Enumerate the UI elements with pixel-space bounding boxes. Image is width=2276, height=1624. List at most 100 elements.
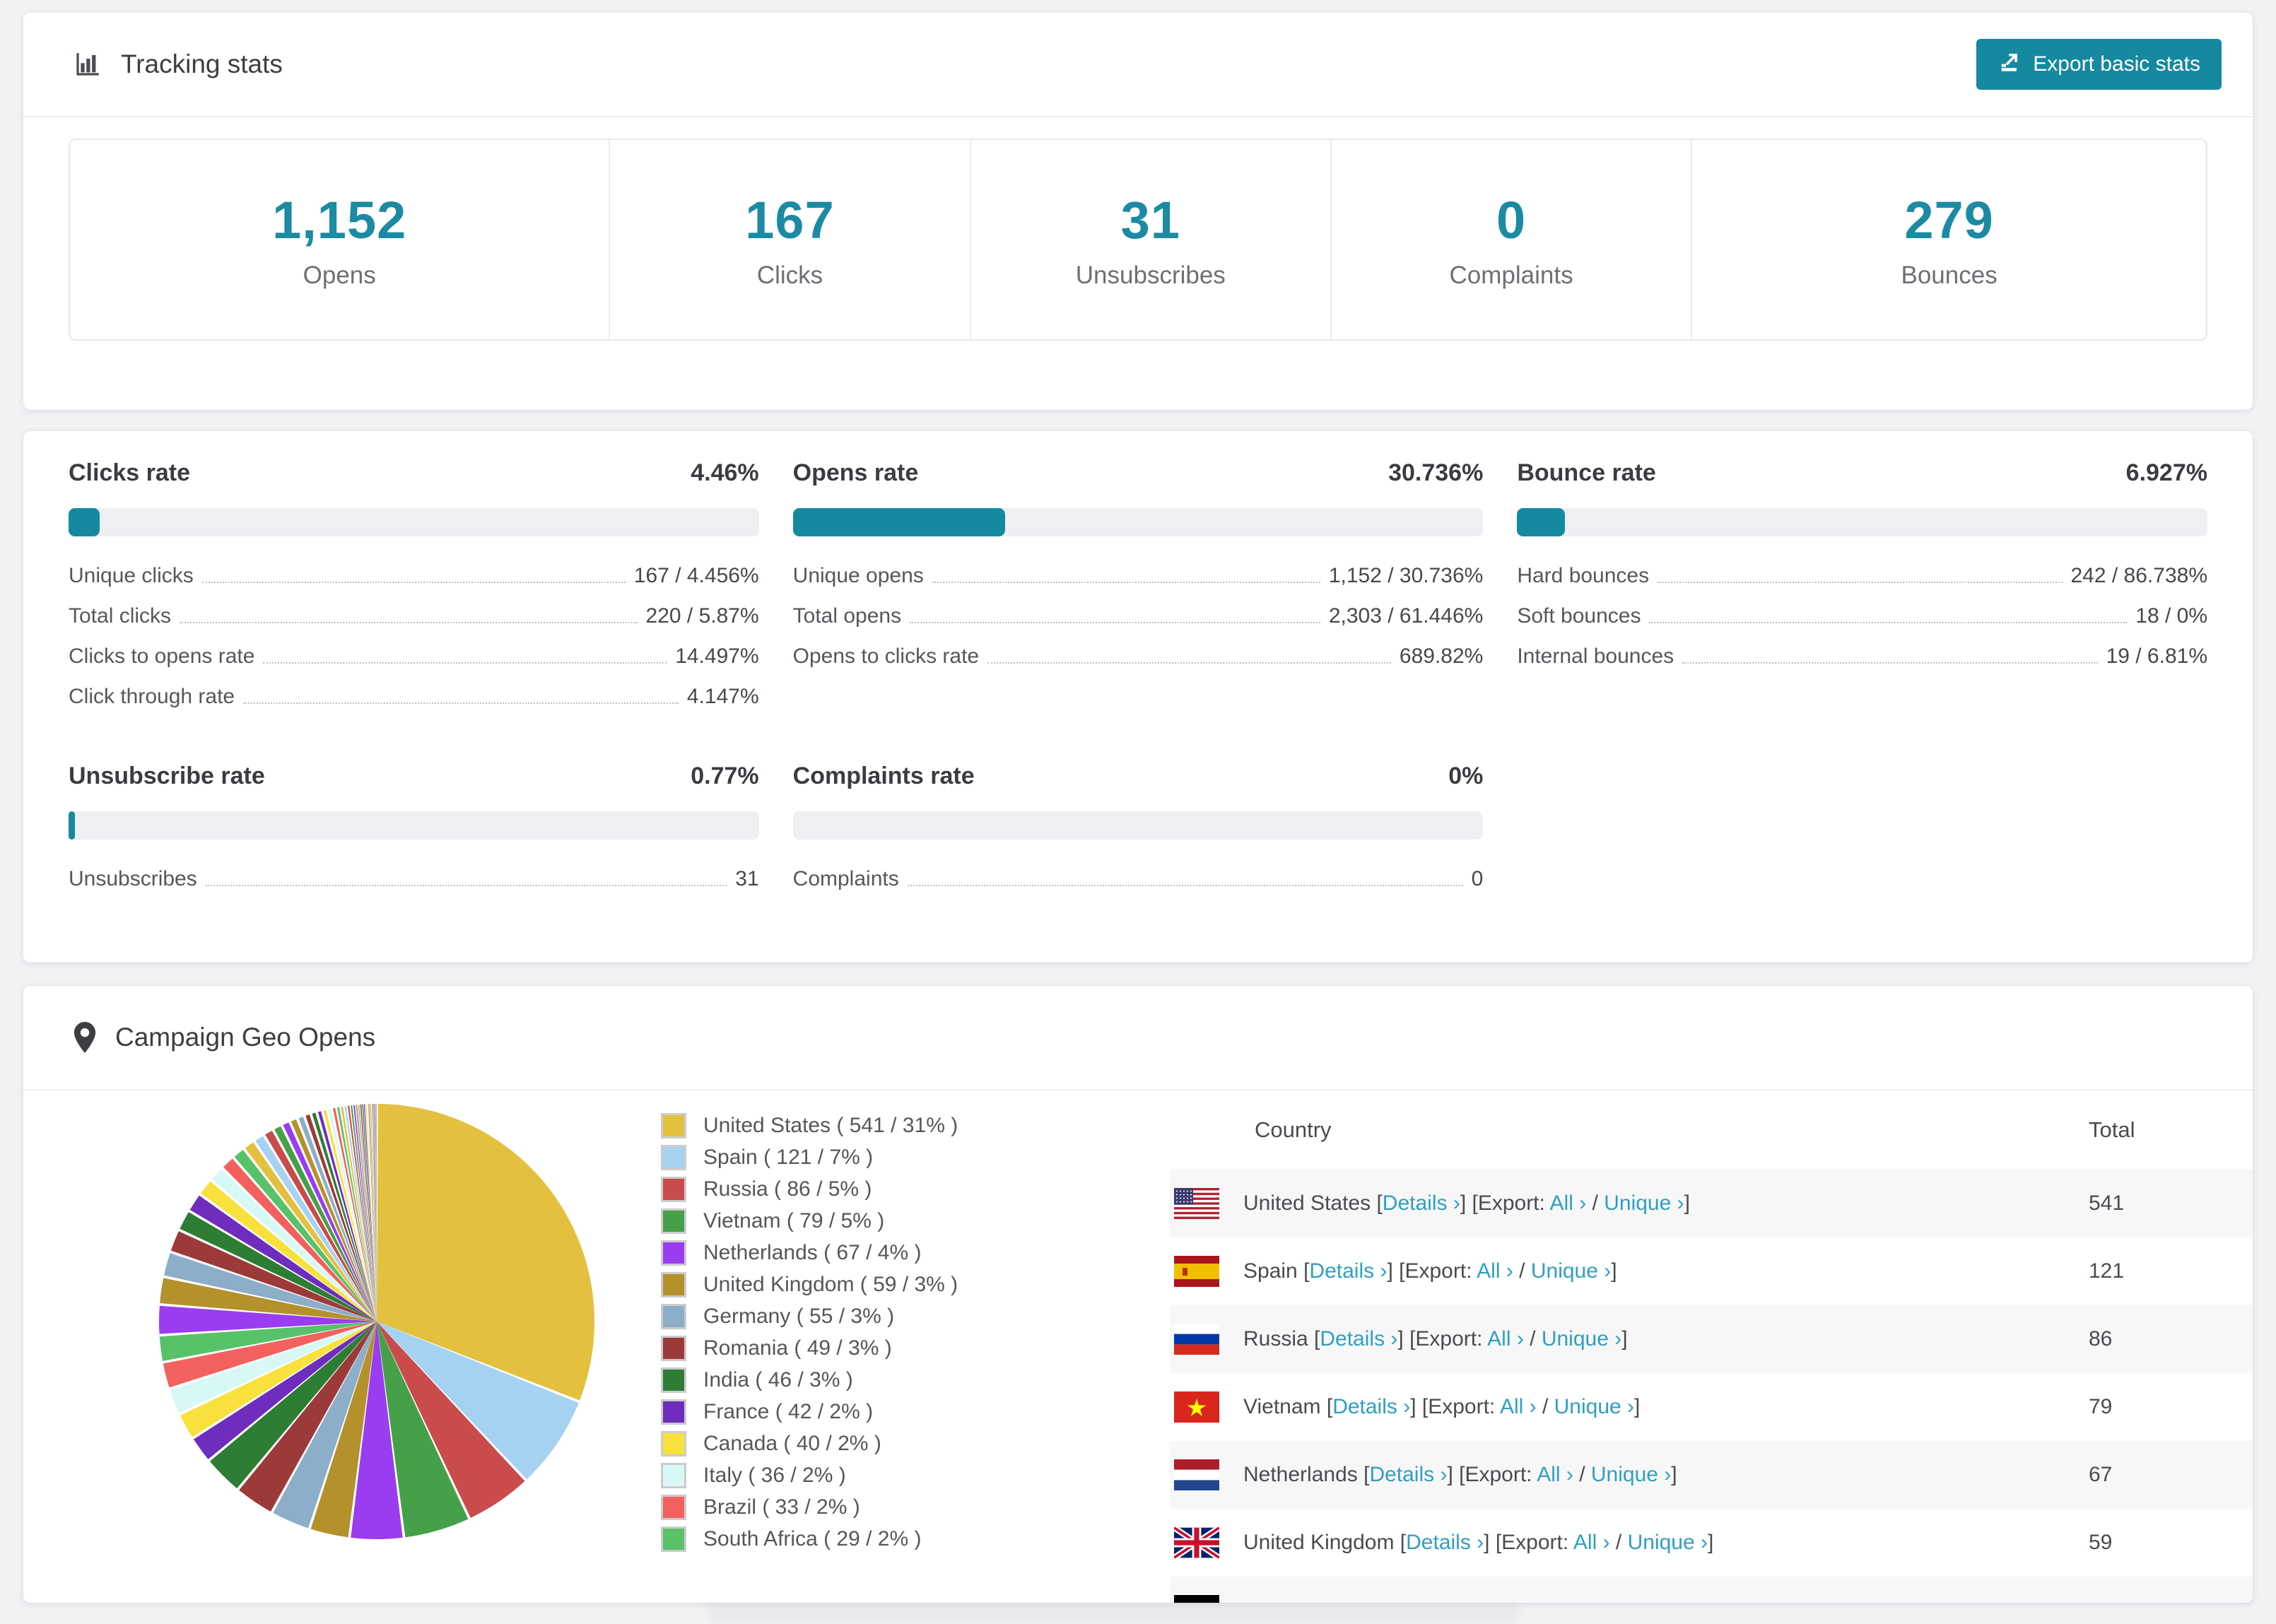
country-cell: Russia [Details ›] [Export: All › / Uniq… bbox=[1170, 1324, 2089, 1355]
country-name: Russia [ bbox=[1243, 1327, 1320, 1351]
geo-section-title: Campaign Geo Opens bbox=[115, 1023, 376, 1052]
geo-opens-pie-chart bbox=[159, 1104, 594, 1539]
country-name: Spain [ bbox=[1243, 1259, 1310, 1283]
legend-swatch-romania bbox=[661, 1336, 686, 1361]
bracket-close-text: ] bbox=[1611, 1259, 1617, 1283]
rate-detail-label: Total opens bbox=[792, 604, 902, 628]
legend-swatch-south-africa bbox=[661, 1526, 686, 1552]
export-prefix-text: ] [Export: bbox=[1460, 1191, 1550, 1215]
legend-item-vietnam: Vietnam ( 79 / 5% ) bbox=[661, 1208, 958, 1234]
legend-swatch-india bbox=[661, 1367, 686, 1393]
export-all-link[interactable]: All › bbox=[1573, 1531, 1610, 1554]
details-link[interactable]: Details › bbox=[1406, 1531, 1484, 1554]
export-prefix-text: ] [Export: bbox=[1397, 1327, 1488, 1351]
dotted-leader bbox=[263, 662, 667, 664]
rate-detail-label: Hard bounces bbox=[1517, 564, 1650, 587]
dotted-leader bbox=[243, 702, 679, 704]
country-flag-nl bbox=[1174, 1459, 1219, 1490]
stat-value-opens: 1,152 bbox=[272, 190, 407, 249]
stat-cell-opens: 1,152 Opens bbox=[70, 140, 609, 339]
legend-item-netherlands: Netherlands ( 67 / 4% ) bbox=[661, 1240, 958, 1266]
export-unique-link[interactable]: Unique › bbox=[1591, 1463, 1671, 1486]
link-separator: / bbox=[1513, 1259, 1531, 1283]
export-unique-link[interactable]: Unique › bbox=[1542, 1327, 1621, 1351]
country-cell: United Kingdom [Details ›] [Export: All … bbox=[1170, 1527, 2089, 1558]
export-all-link[interactable]: All › bbox=[1550, 1191, 1587, 1215]
bar-chart-icon bbox=[73, 49, 102, 79]
export-prefix-text: ] [Export: bbox=[1387, 1259, 1477, 1283]
rate-detail-label: Unique opens bbox=[792, 564, 924, 587]
details-link[interactable]: Details › bbox=[1309, 1259, 1387, 1283]
country-cell bbox=[1170, 1595, 2089, 1603]
export-unique-link[interactable]: Unique › bbox=[1628, 1531, 1708, 1554]
country-links-text: United States [Details ›] [Export: All ›… bbox=[1243, 1191, 1690, 1216]
country-flag-de bbox=[1174, 1595, 1219, 1603]
rate-header-complaints-rate: Complaints rate 0% bbox=[793, 754, 1484, 811]
rate-value: 0% bbox=[1448, 763, 1484, 789]
rate-detail-value: 689.82% bbox=[1399, 645, 1484, 668]
rate-header-opens-rate: Opens rate 30.736% bbox=[793, 451, 1484, 508]
stat-label-clicks: Clicks bbox=[756, 261, 823, 289]
country-cell: Vietnam [Details ›] [Export: All › / Uni… bbox=[1170, 1391, 2089, 1423]
rate-detail-row-soft-bounces: Soft bounces 18 / 0% bbox=[1517, 592, 2207, 632]
dotted-leader bbox=[1649, 622, 2128, 623]
dotted-leader bbox=[180, 622, 638, 623]
rate-title: Opens rate bbox=[792, 459, 919, 486]
link-separator: / bbox=[1609, 1531, 1628, 1554]
export-unique-link[interactable]: Unique › bbox=[1554, 1395, 1634, 1418]
export-icon bbox=[1998, 49, 2022, 79]
rate-detail-row-hard-bounces: Hard bounces 242 / 86.738% bbox=[1517, 552, 2207, 592]
details-link[interactable]: Details › bbox=[1332, 1395, 1410, 1418]
details-link[interactable]: Details › bbox=[1383, 1191, 1460, 1215]
rate-detail-list: Complaints 0 bbox=[793, 855, 1484, 895]
rate-detail-row-unique-clicks: Unique clicks 167 / 4.456% bbox=[69, 552, 759, 592]
rate-title: Unsubscribe rate bbox=[69, 763, 265, 789]
rate-detail-value: 4.147% bbox=[686, 685, 759, 708]
legend-label-india: India ( 46 / 3% ) bbox=[703, 1368, 853, 1391]
bracket-close-text: ] bbox=[1671, 1463, 1677, 1486]
rate-section-opens-rate: Opens rate 30.736% Unique opens 1,152 / 30.… bbox=[792, 451, 1484, 713]
rate-detail-value: 167 / 4.456% bbox=[633, 564, 759, 587]
rate-detail-row-complaints: Complaints 0 bbox=[793, 855, 1484, 895]
export-basic-stats-button[interactable]: Export basic stats bbox=[1976, 39, 2222, 90]
country-links-text: Russia [Details ›] [Export: All › / Uniq… bbox=[1243, 1327, 1628, 1351]
rate-detail-value: 18 / 0% bbox=[2135, 604, 2207, 628]
export-all-link[interactable]: All › bbox=[1487, 1327, 1524, 1351]
rate-detail-label: Soft bounces bbox=[1517, 604, 1641, 628]
stat-label-unsubscribes: Unsubscribes bbox=[1075, 261, 1226, 289]
dotted-leader bbox=[1658, 582, 2063, 583]
stat-value-complaints: 0 bbox=[1496, 190, 1527, 249]
details-link[interactable]: Details › bbox=[1320, 1327, 1397, 1351]
geo-body: United States ( 541 / 31% ) Spain ( 121 /… bbox=[23, 1090, 2253, 1603]
export-all-link[interactable]: All › bbox=[1500, 1395, 1537, 1418]
legend-label-united-states: United States ( 541 / 31% ) bbox=[703, 1114, 958, 1137]
stat-cell-complaints: 0 Complaints bbox=[1330, 140, 1691, 339]
dotted-leader bbox=[907, 885, 1463, 886]
dotted-leader bbox=[910, 622, 1320, 623]
tracking-stats-header: Tracking stats Export basic stats bbox=[23, 13, 2253, 117]
legend-label-germany: Germany ( 55 / 3% ) bbox=[703, 1305, 895, 1328]
export-all-link[interactable]: All › bbox=[1537, 1463, 1573, 1486]
rate-detail-label: Internal bounces bbox=[1517, 645, 1674, 668]
export-unique-link[interactable]: Unique › bbox=[1604, 1191, 1684, 1215]
rate-detail-label: Unsubscribes bbox=[69, 867, 197, 890]
rate-detail-row-total-clicks: Total clicks 220 / 5.87% bbox=[69, 592, 759, 632]
details-link[interactable]: Details › bbox=[1369, 1463, 1447, 1486]
stat-cell-clicks: 167 Clicks bbox=[609, 140, 969, 339]
rate-detail-value: 220 / 5.87% bbox=[645, 604, 759, 628]
export-unique-link[interactable]: Unique › bbox=[1531, 1259, 1611, 1283]
rate-detail-label: Complaints bbox=[792, 867, 899, 890]
legend-label-romania: Romania ( 49 / 3% ) bbox=[703, 1336, 892, 1360]
table-row-item bbox=[1170, 1577, 2253, 1603]
rate-detail-value: 31 bbox=[735, 867, 759, 890]
stat-label-bounces: Bounces bbox=[1901, 261, 1998, 289]
legend-item-france: France ( 42 / 2% ) bbox=[661, 1399, 958, 1425]
export-all-link[interactable]: All › bbox=[1477, 1259, 1513, 1283]
rate-progress-fill bbox=[1517, 508, 1565, 536]
dotted-leader bbox=[201, 582, 626, 583]
legend-item-romania: Romania ( 49 / 3% ) bbox=[661, 1336, 958, 1361]
rate-section-clicks-rate: Clicks rate 4.46% Unique clicks 167 / 4.456… bbox=[69, 451, 759, 713]
legend-swatch-spain bbox=[661, 1145, 686, 1170]
dotted-leader bbox=[1682, 662, 2098, 664]
country-links-text: Vietnam [Details ›] [Export: All › / Uni… bbox=[1243, 1395, 1640, 1419]
